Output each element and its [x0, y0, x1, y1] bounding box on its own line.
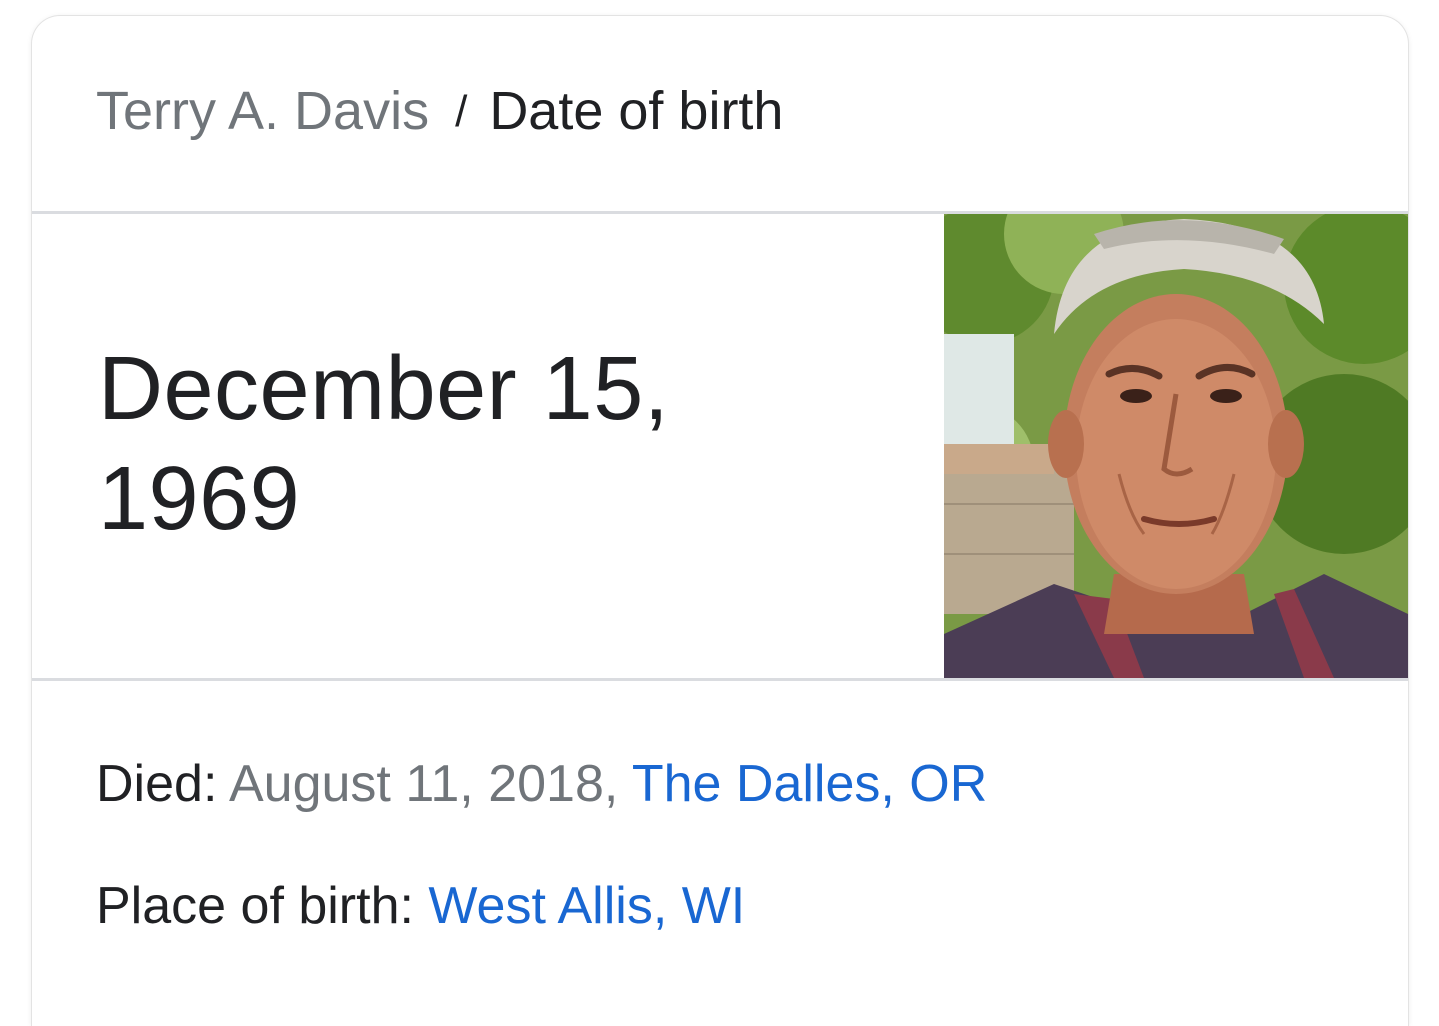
person-photo[interactable] — [944, 214, 1408, 678]
answer-line-date: December 15, — [98, 339, 670, 439]
fact-died-place-link[interactable]: The Dalles, OR — [632, 755, 987, 813]
fact-place-of-birth-link[interactable]: West Allis, WI — [428, 877, 745, 935]
breadcrumb-separator: / — [455, 87, 468, 136]
fact-died-label: Died: — [96, 755, 229, 813]
answer-value: December 15, 1969 — [98, 334, 858, 554]
fact-place-of-birth-label: Place of birth: — [96, 877, 429, 935]
person-photo-image — [944, 214, 1408, 678]
knowledge-card: Terry A. Davis / Date of birth December 15… — [32, 16, 1408, 1026]
breadcrumb-parent-link[interactable]: Terry A. Davis — [96, 81, 429, 141]
answer-line-year: 1969 — [98, 449, 301, 549]
breadcrumb-current: Date of birth — [489, 81, 784, 141]
fact-place-of-birth: Place of birth: West Allis, WI — [96, 874, 745, 938]
fact-died: Died: August 11, 2018, The Dalles, OR — [96, 752, 987, 816]
answer-divider — [32, 678, 1408, 681]
fact-died-date: August 11, 2018, — [228, 755, 632, 813]
card-header: Terry A. Davis / Date of birth — [32, 16, 1408, 212]
breadcrumb: Terry A. Davis / Date of birth — [96, 78, 783, 148]
